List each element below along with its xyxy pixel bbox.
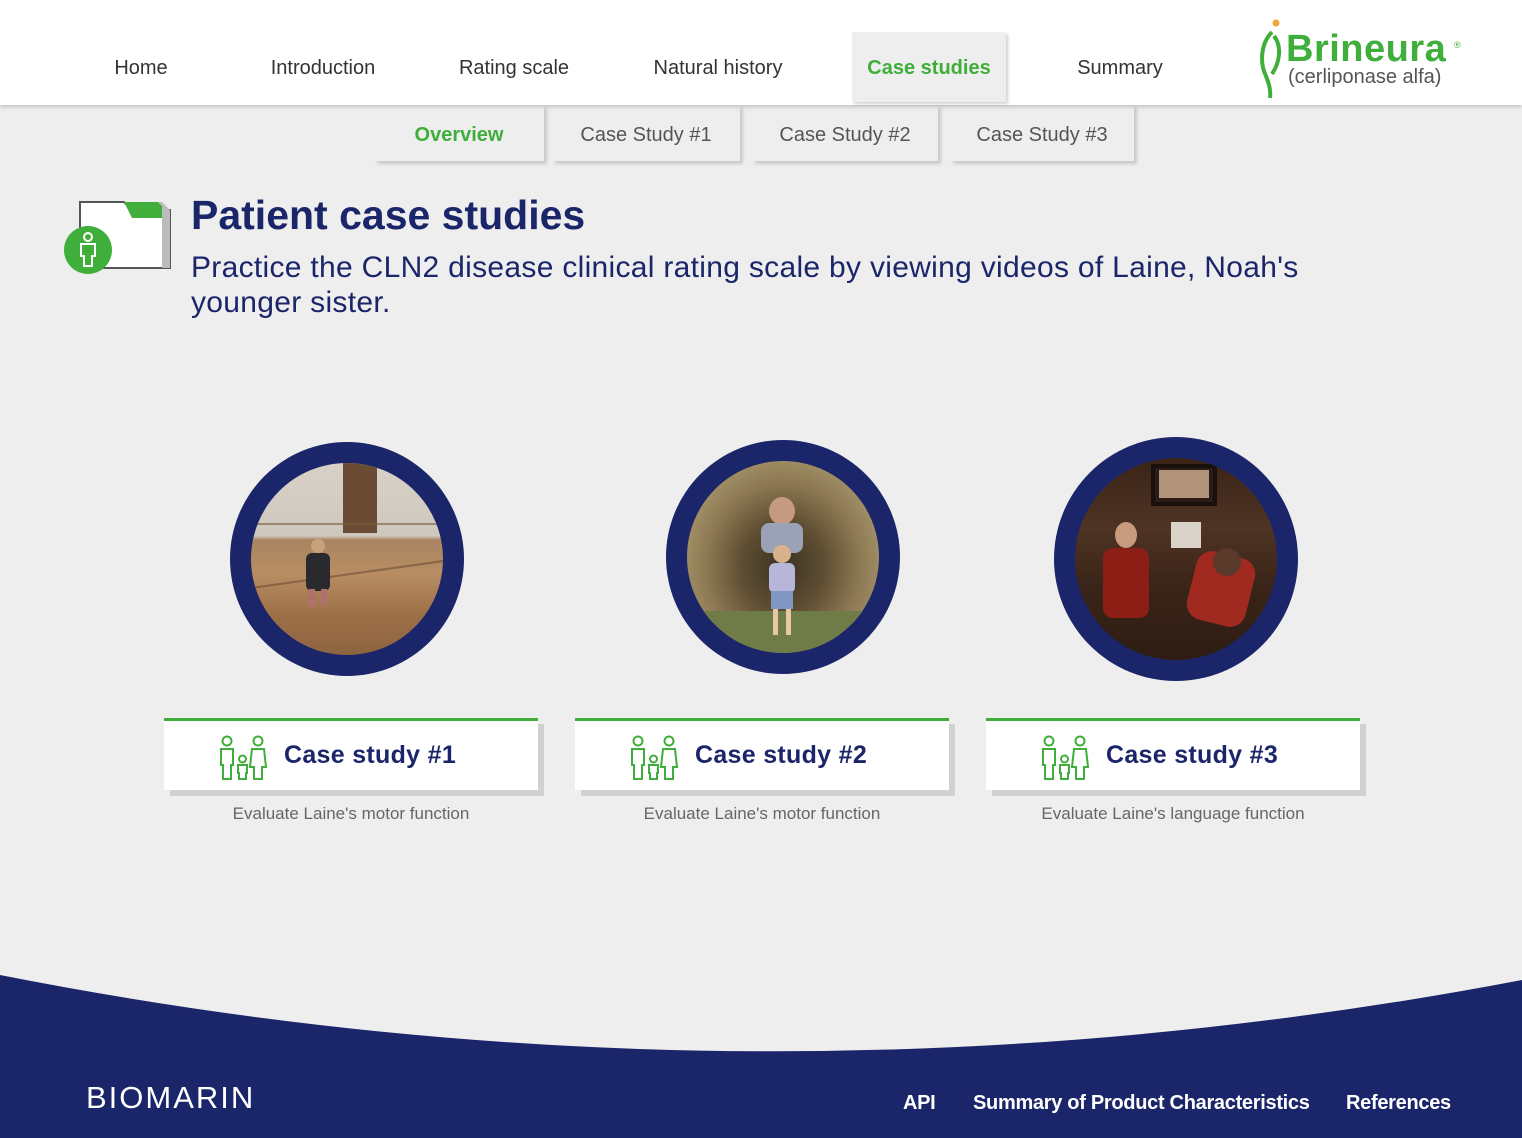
family-icon <box>220 735 268 780</box>
footer-link-smpc[interactable]: Summary of Product Characteristics <box>973 1092 1310 1115</box>
nav-rating-scale[interactable]: Rating scale <box>440 32 588 102</box>
video-still-living-room <box>1075 458 1277 660</box>
case-study-3-button[interactable]: Case study #3 <box>986 718 1360 790</box>
case-study-1-label: Case study #1 <box>284 741 457 769</box>
nav-natural-history[interactable]: Natural history <box>630 32 806 102</box>
case-study-1-video-thumbnail[interactable] <box>230 442 464 676</box>
tab-case-study-1[interactable]: Case Study #1 <box>552 105 740 161</box>
case-study-2-button[interactable]: Case study #2 <box>575 718 949 790</box>
case-study-3-label: Case study #3 <box>1106 741 1279 769</box>
case-study-3-video-thumbnail[interactable] <box>1054 437 1298 681</box>
top-navigation: Home Introduction Rating scale Natural h… <box>0 0 1522 105</box>
footer-link-api[interactable]: API <box>903 1092 936 1115</box>
video-still-corn-stalks <box>687 461 879 653</box>
logo-brand-name: Brineura <box>1286 28 1447 70</box>
nav-case-studies[interactable]: Case studies <box>852 32 1006 102</box>
family-icon <box>631 735 679 780</box>
family-icon <box>1042 735 1090 780</box>
case-study-2-description: Evaluate Laine's motor function <box>643 804 881 823</box>
tab-case-study-3[interactable]: Case Study #3 <box>950 105 1134 161</box>
page-subtitle: Practice the CLN2 disease clinical ratin… <box>191 251 1299 319</box>
nav-introduction[interactable]: Introduction <box>248 32 398 102</box>
page-title: Patient case studies <box>191 192 586 238</box>
patient-folder-icon <box>64 201 171 274</box>
nav-summary[interactable]: Summary <box>1052 32 1188 102</box>
brineura-logo[interactable]: Brineura ® (cerliponase alfa) <box>1256 18 1466 99</box>
video-still-gym-walking <box>251 463 443 655</box>
case-study-2-video-thumbnail[interactable] <box>666 440 900 674</box>
tab-overview[interactable]: Overview <box>374 105 544 161</box>
logo-registered-mark: ® <box>1454 40 1461 50</box>
case-study-1-button[interactable]: Case study #1 <box>164 718 538 790</box>
footer-link-references[interactable]: References <box>1346 1092 1451 1115</box>
biomarin-logo[interactable]: BIOMARIN <box>86 1080 255 1116</box>
nav-home[interactable]: Home <box>86 32 196 102</box>
case-study-1-description: Evaluate Laine's motor function <box>232 804 470 823</box>
case-study-2-label: Case study #2 <box>695 741 868 769</box>
logo-generic-name: (cerliponase alfa) <box>1288 66 1442 88</box>
case-study-3-description: Evaluate Laine's language function <box>1041 804 1305 823</box>
tab-case-study-2[interactable]: Case Study #2 <box>752 105 938 161</box>
